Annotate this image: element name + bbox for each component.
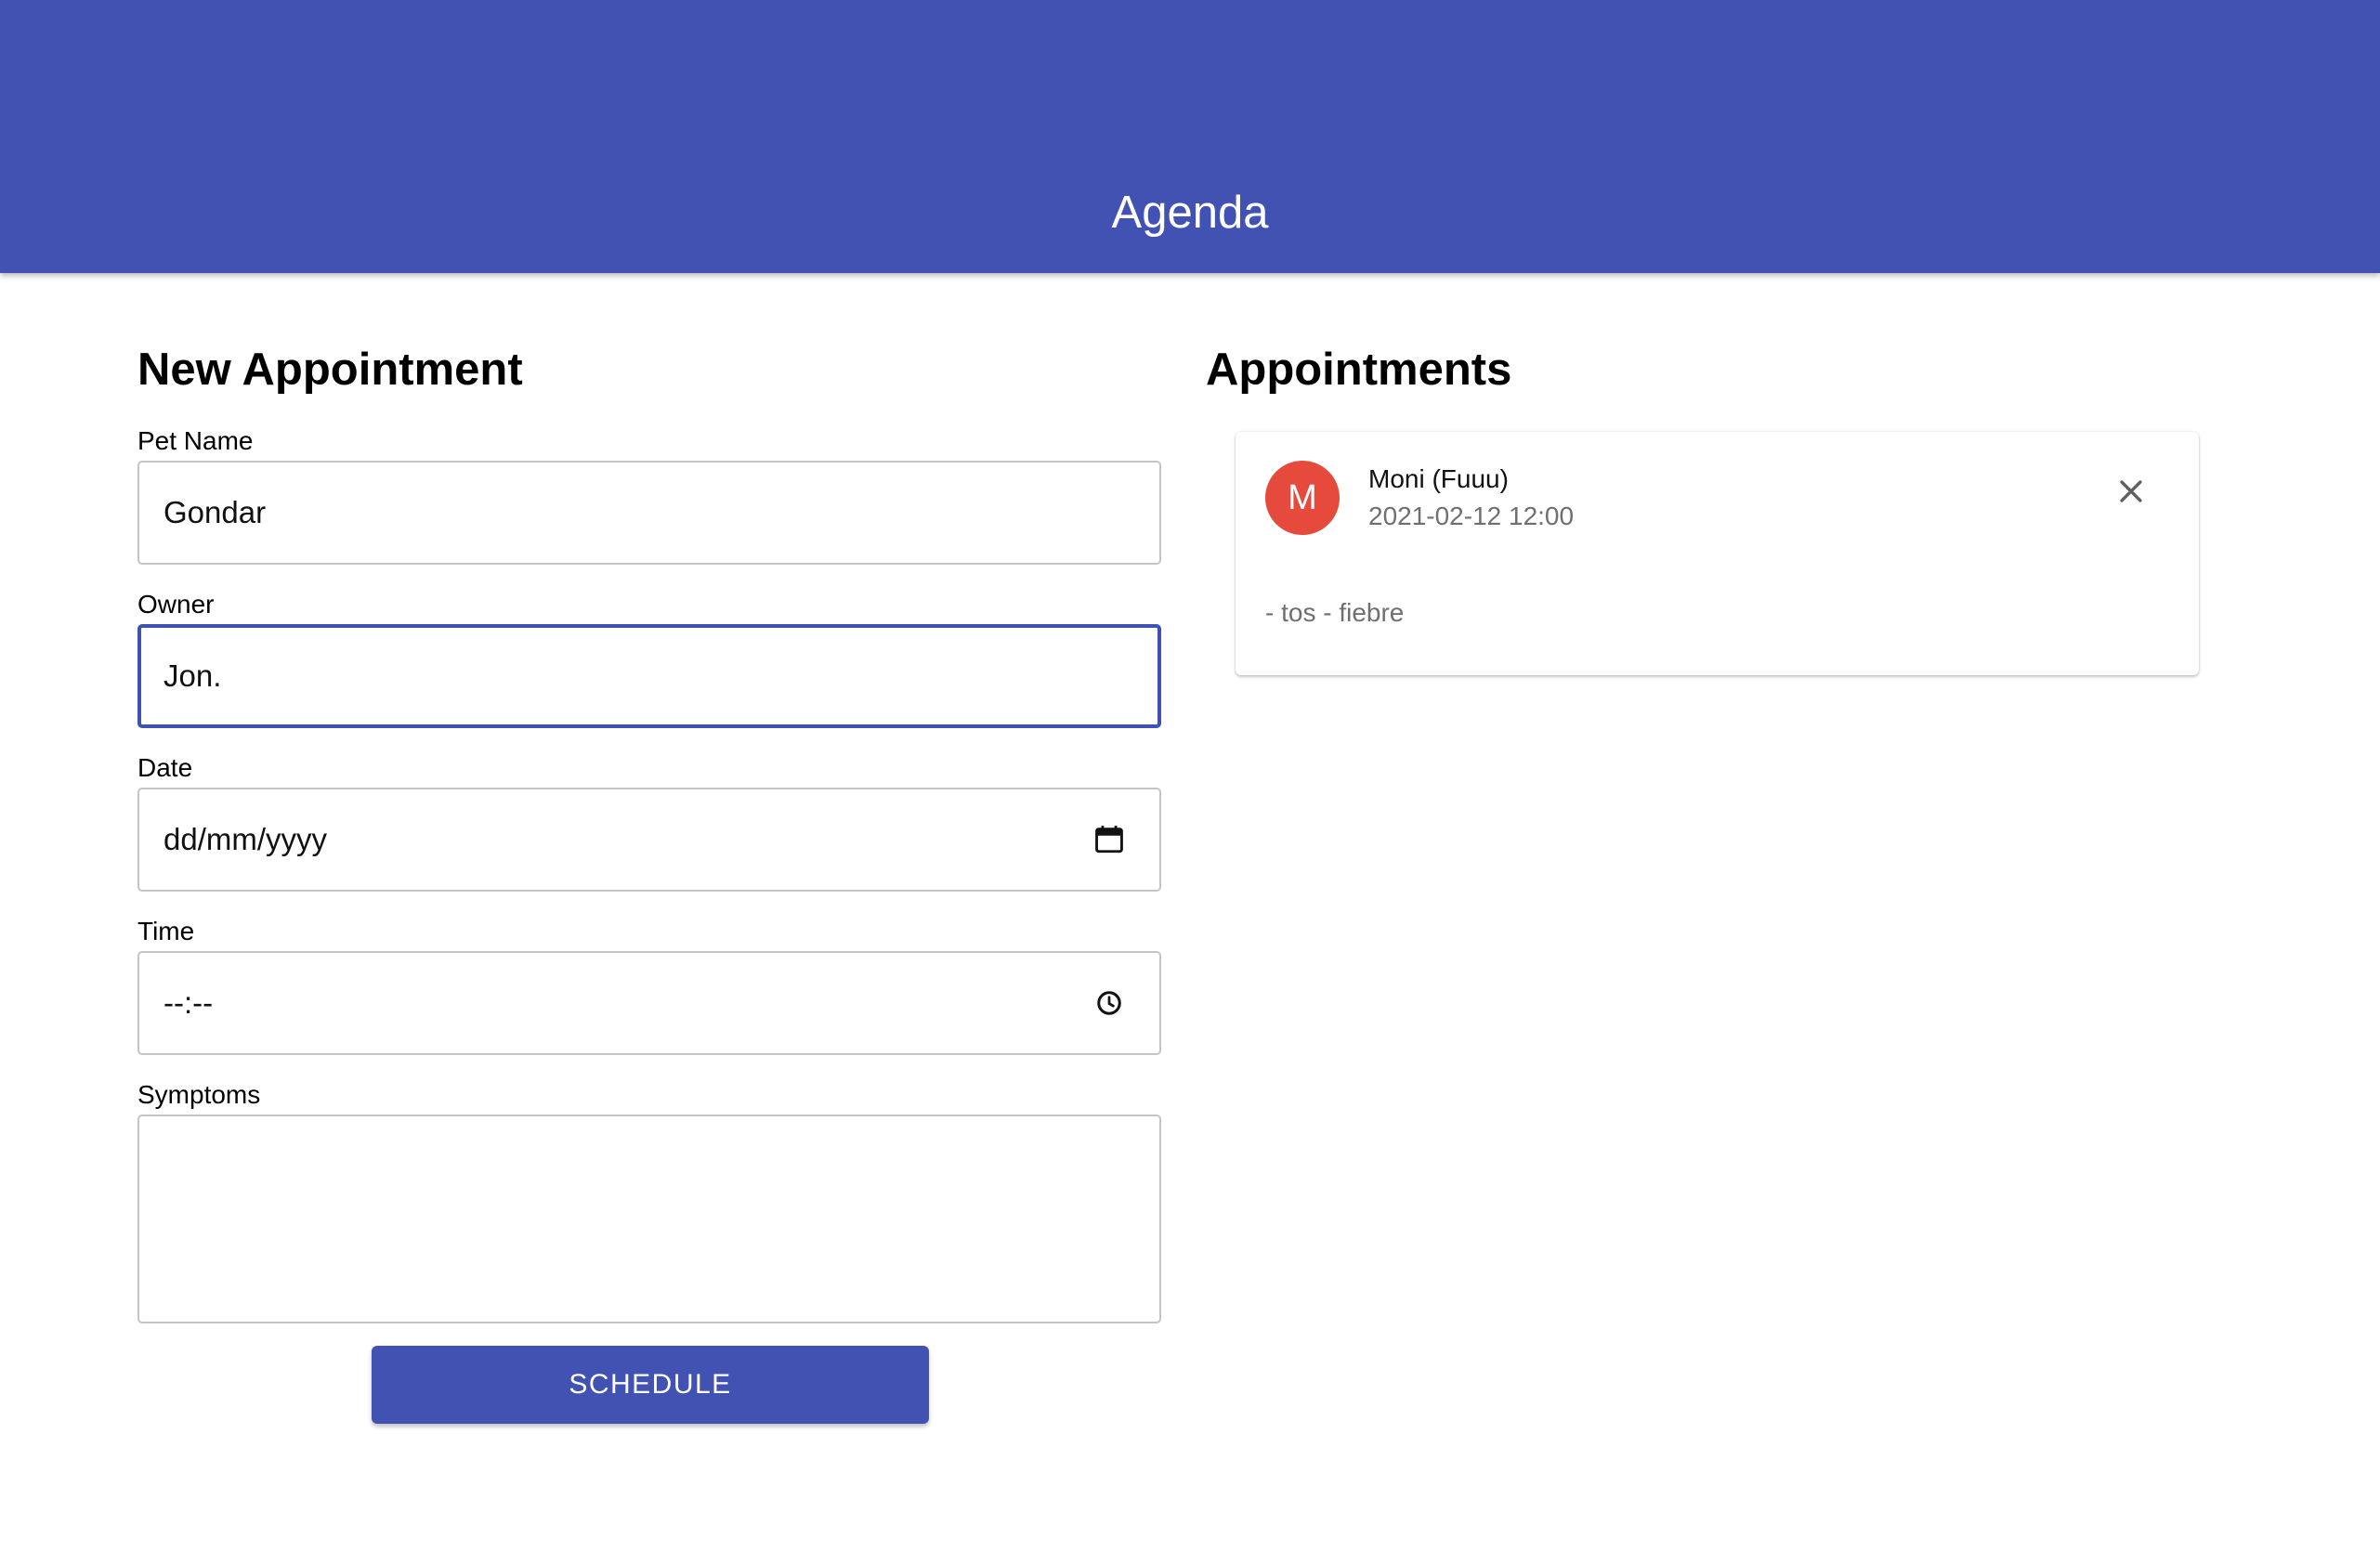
new-appointment-heading: New Appointment — [137, 345, 523, 395]
appointment-card: M Moni (Fuuu) 2021-02-12 12:00 - tos - f… — [1236, 432, 2199, 675]
app-title: Agenda — [1111, 188, 1269, 238]
pet-name-label: Pet Name — [137, 426, 254, 455]
calendar-icon[interactable] — [1091, 821, 1128, 858]
appointment-symptoms: - tos - fiebre — [1265, 598, 1405, 627]
appointment-datetime: 2021-02-12 12:00 — [1368, 502, 1575, 530]
schedule-button[interactable]: SCHEDULE — [372, 1346, 929, 1424]
time-input[interactable]: --:-- — [137, 951, 1161, 1055]
time-label: Time — [137, 917, 195, 945]
avatar: M — [1265, 461, 1340, 535]
date-input[interactable]: dd/mm/yyyy — [137, 788, 1161, 892]
app-bar: Agenda — [0, 0, 2380, 273]
symptoms-label: Symptoms — [137, 1080, 261, 1109]
owner-value: Jon. — [163, 658, 222, 693]
symptoms-textarea[interactable] — [137, 1114, 1161, 1323]
clock-icon[interactable] — [1091, 984, 1128, 1022]
appointment-title: Moni (Fuuu) — [1368, 464, 1509, 493]
pet-name-input[interactable]: Gondar — [137, 461, 1161, 565]
date-label: Date — [137, 753, 193, 782]
owner-input[interactable]: Jon. — [137, 624, 1161, 728]
pet-name-value: Gondar — [163, 495, 267, 529]
owner-label: Owner — [137, 590, 215, 619]
date-value: dd/mm/yyyy — [163, 822, 328, 856]
close-icon — [2120, 480, 2142, 502]
delete-appointment-button[interactable] — [2109, 469, 2153, 514]
time-value: --:-- — [163, 985, 214, 1020]
appointments-heading: Appointments — [1206, 345, 1512, 395]
